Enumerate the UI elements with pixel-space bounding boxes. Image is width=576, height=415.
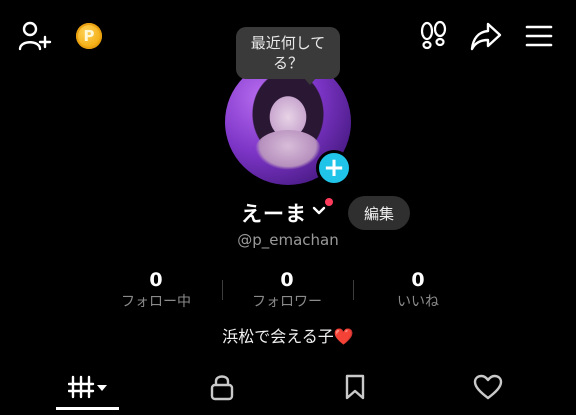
followers-count: 0 [280,269,294,291]
likes-count: 0 [411,269,425,291]
following-label: フォロー中 [121,294,191,310]
heart-icon [473,373,503,405]
stat-divider [222,280,223,300]
following-count: 0 [149,269,163,291]
stat-following[interactable]: 0 フォロー中 [96,268,216,312]
chevron-down-icon[interactable] [311,202,327,222]
lock-icon [209,373,235,405]
tooltip-tail [303,77,317,85]
heart-emoji: ❤️ [333,327,354,346]
videos-grid-icon [67,374,108,404]
avatar-photo-detail [255,130,321,170]
stat-followers[interactable]: 0 フォロワー [227,268,347,312]
add-friend-icon[interactable] [18,20,52,52]
coin-symbol: P [76,23,102,49]
bookmark-icon [343,373,367,405]
bio: 浜松で会える子❤️ [0,323,576,347]
edit-profile-button[interactable]: 編集 [348,196,410,230]
plus-icon: + [323,153,345,183]
display-name[interactable]: えーま [241,198,307,228]
tab-saved[interactable] [323,366,386,412]
add-story-button[interactable]: + [316,150,352,186]
likes-label: いいね [397,294,439,310]
tab-videos[interactable] [56,366,119,412]
share-icon[interactable] [469,20,503,52]
footprints-icon[interactable] [418,20,450,52]
tooltip-line-2: る？ [272,54,303,72]
tooltip-line-1: 最近何して [250,34,326,52]
stat-likes[interactable]: 0 いいね [358,268,478,312]
notification-dot [325,198,333,206]
tab-liked[interactable] [456,366,519,412]
followers-label: フォロワー [252,294,322,310]
menu-icon[interactable] [524,22,554,50]
bio-text: 浜松で会える子 [222,327,334,346]
coin-icon[interactable]: P [76,23,102,49]
status-tooltip[interactable]: 最近何して る？ [236,27,340,79]
selected-tab-indicator [56,407,119,410]
stat-divider [353,280,354,300]
username-handle: @p_emachan [237,231,339,249]
tab-private[interactable] [190,366,253,412]
